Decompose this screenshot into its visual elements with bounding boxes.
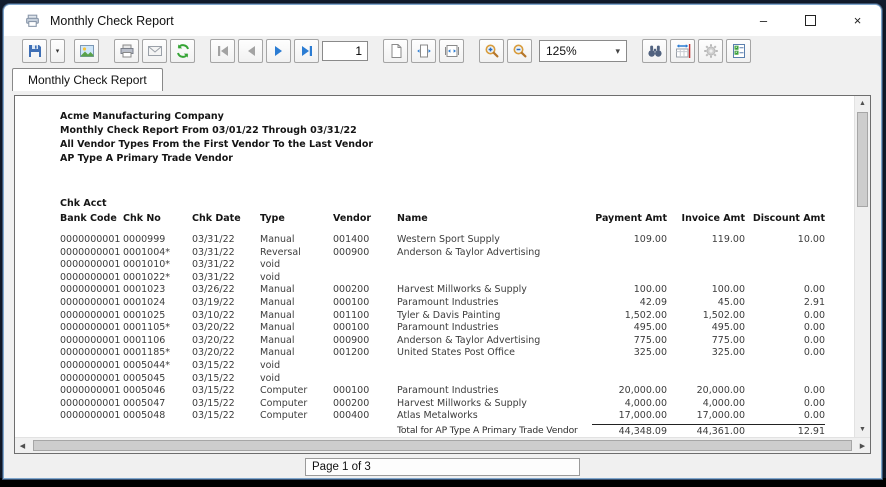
table-row: 0000000001 0001004* 03/31/22 Reversal 00… [60, 246, 541, 258]
toolbar: ▾ 1 125% ▾ [4, 36, 881, 66]
fit-page-button[interactable] [411, 39, 436, 63]
email-icon [147, 46, 162, 56]
refresh-icon [176, 44, 189, 58]
report-options-icon [732, 44, 745, 58]
save-dropdown-icon: ▾ [55, 48, 60, 55]
save-button[interactable] [22, 39, 47, 63]
vertical-scrollbar-thumb[interactable] [857, 112, 868, 207]
close-button[interactable]: × [834, 5, 881, 36]
export-image-icon [79, 45, 94, 57]
last-page-button[interactable] [294, 39, 319, 63]
window-title: Monthly Check Report [50, 13, 174, 28]
report-options-button[interactable] [726, 39, 751, 63]
report-viewport[interactable]: Acme Manufacturing Company Monthly Check… [15, 96, 854, 437]
printer-report-icon [26, 14, 39, 27]
scroll-up-arrow[interactable]: ▲ [855, 96, 870, 111]
last-page-icon [301, 46, 312, 56]
settings-button[interactable] [698, 39, 723, 63]
maximize-icon [805, 15, 816, 26]
title-bar: Monthly Check Report – × [4, 5, 881, 36]
page-info: Page 1 of 3 [305, 458, 580, 476]
table-row: 0000000001 0005045 03/15/22 void [60, 372, 281, 384]
actual-size-button[interactable] [383, 39, 408, 63]
table-row: 0000000001 0001024 03/19/22 Manual 00010… [60, 296, 825, 308]
report-preview-area: Acme Manufacturing Company Monthly Check… [14, 95, 871, 454]
chevron-down-icon: ▾ [615, 45, 620, 56]
first-page-icon [217, 46, 228, 56]
table-row: 0000000001 0001023 03/26/22 Manual 00020… [60, 284, 825, 296]
report-viewer-window: Monthly Check Report – × ▾ 1 125% ▾ Mont… [3, 4, 882, 479]
print-button[interactable] [114, 39, 139, 63]
next-page-icon [274, 46, 282, 56]
previous-page-icon [247, 46, 255, 56]
save-dropdown-button[interactable]: ▾ [50, 39, 65, 63]
column-headers: Chk Acct Bank Code Chk No Chk Date Type … [60, 198, 825, 224]
page-number-input[interactable] [322, 41, 368, 61]
total-discount: 12.91 [745, 423, 825, 437]
fit-page-icon [416, 44, 431, 58]
column-width-button[interactable] [670, 39, 695, 63]
zoom-out-button[interactable] [507, 39, 532, 63]
table-row: 0000000001 0001105* 03/20/22 Manual 0001… [60, 322, 825, 334]
print-icon [120, 44, 133, 58]
horizontal-scrollbar[interactable]: ◀ ▶ [15, 437, 870, 453]
table-row: 0000000001 0001106 03/20/22 Manual 00090… [60, 334, 825, 346]
table-row: 0000000001 0001025 03/10/22 Manual 00110… [60, 309, 825, 321]
scroll-left-arrow[interactable]: ◀ [15, 438, 30, 453]
fit-width-button[interactable] [439, 39, 464, 63]
next-page-button[interactable] [266, 39, 291, 63]
email-button[interactable] [142, 39, 167, 63]
table-row: 0000000001 0001185* 03/20/22 Manual 0012… [60, 347, 825, 359]
report-range-line: All Vendor Types From the First Vendor T… [60, 139, 374, 150]
first-page-button[interactable] [210, 39, 235, 63]
report-page: Acme Manufacturing Company Monthly Check… [15, 96, 854, 437]
table-row: 0000000001 0005048 03/15/22 Computer 000… [60, 410, 825, 422]
zoom-in-icon [485, 44, 498, 58]
find-button[interactable] [642, 39, 667, 63]
zoom-level-select[interactable]: 125% ▾ [539, 40, 627, 62]
save-icon [28, 45, 41, 57]
table-row: 0000000001 0001010* 03/31/22 void [60, 259, 281, 271]
minimize-button[interactable]: – [740, 5, 787, 36]
table-row: 0000000001 0005047 03/15/22 Computer 000… [60, 397, 825, 409]
report-rows: 0000000001 0000999 03/31/22 Manual 00140… [60, 234, 854, 423]
column-width-icon [675, 44, 690, 58]
scroll-down-arrow[interactable]: ▼ [855, 422, 870, 437]
previous-page-button[interactable] [238, 39, 263, 63]
status-bar: Page 1 of 3 [4, 456, 881, 478]
total-invoice: 44,361.00 [667, 423, 745, 437]
table-row: 0000000001 0000999 03/31/22 Manual 00140… [60, 234, 825, 245]
zoom-out-icon [513, 44, 526, 58]
report-title-line: Monthly Check Report From 03/01/22 Throu… [60, 125, 357, 136]
scroll-right-arrow[interactable]: ▶ [855, 438, 870, 453]
zoom-in-button[interactable] [479, 39, 504, 63]
export-image-button[interactable] [74, 39, 99, 63]
refresh-button[interactable] [170, 39, 195, 63]
horizontal-scrollbar-thumb[interactable] [33, 440, 852, 451]
report-type-line: AP Type A Primary Trade Vendor [60, 153, 233, 164]
vertical-scrollbar[interactable]: ▲ ▼ [854, 96, 870, 437]
report-company-line: Acme Manufacturing Company [60, 111, 224, 122]
total-payment: 44,348.09 [592, 423, 667, 437]
maximize-button[interactable] [787, 5, 834, 36]
zoom-level-value: 125% [546, 44, 577, 58]
report-total-row: Total for AP Type A Primary Trade Vendor… [60, 423, 854, 437]
table-row: 0000000001 0005044* 03/15/22 void [60, 359, 281, 371]
actual-size-icon [391, 44, 401, 58]
total-label: Total for AP Type A Primary Trade Vendor [397, 424, 578, 436]
table-row: 0000000001 0001022* 03/31/22 void [60, 271, 281, 283]
tab-monthly-check-report[interactable]: Monthly Check Report [12, 68, 163, 91]
find-icon [647, 45, 662, 57]
table-row: 0000000001 0005046 03/15/22 Computer 000… [60, 385, 825, 397]
tab-bar: Monthly Check Report [4, 66, 881, 91]
fit-width-icon [444, 45, 459, 57]
settings-gear-icon [703, 44, 718, 58]
